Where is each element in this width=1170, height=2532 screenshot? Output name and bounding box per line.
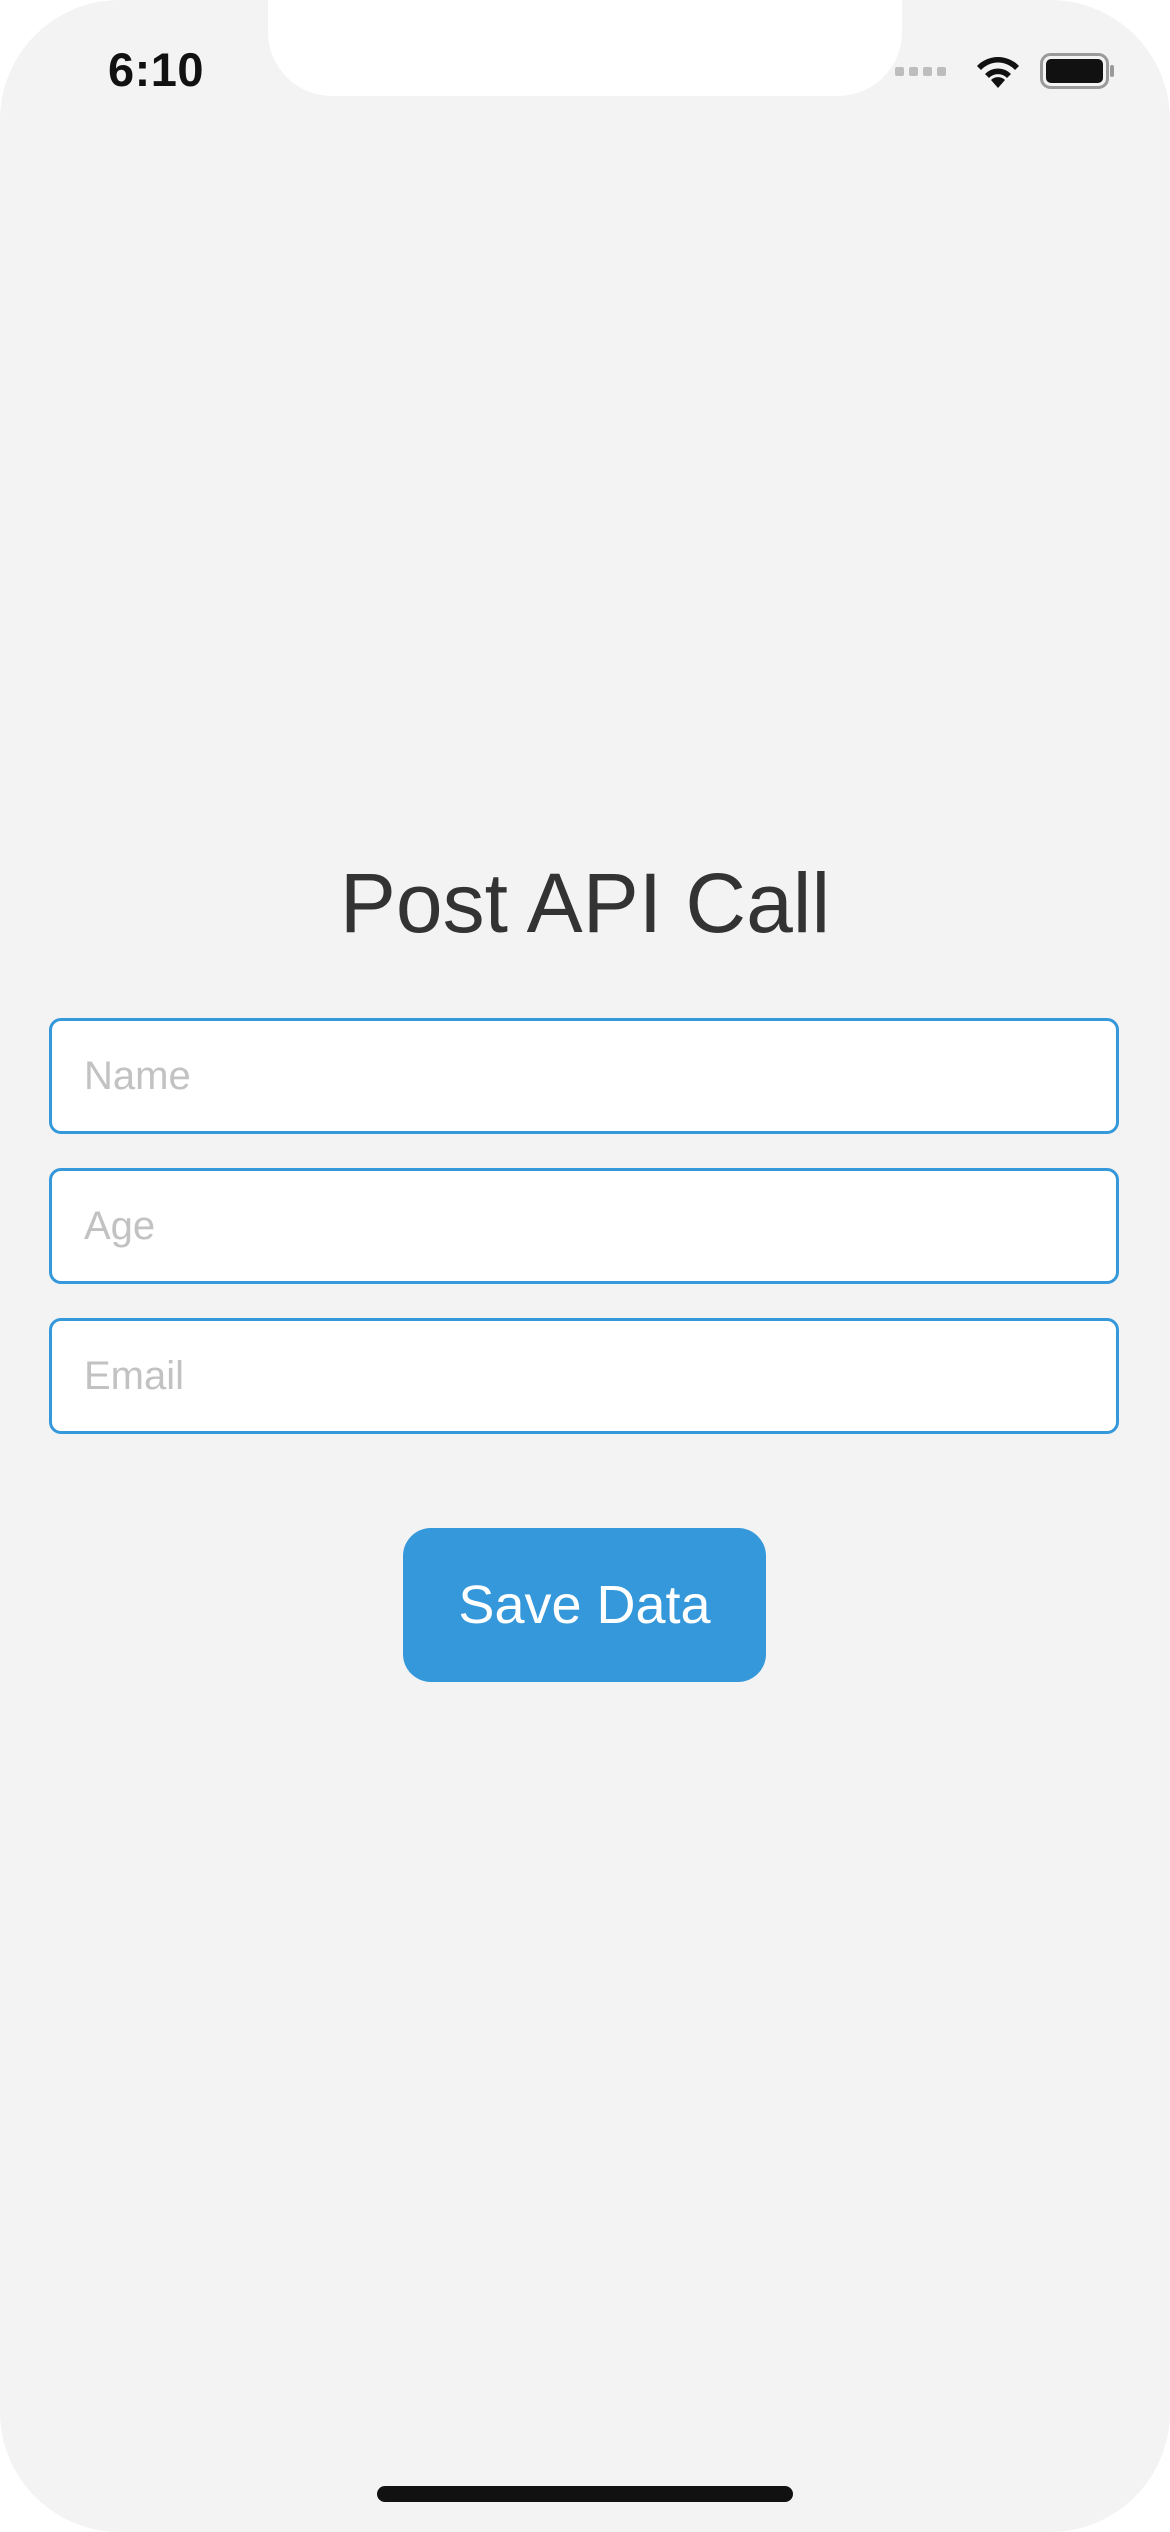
wifi-icon	[972, 52, 1024, 90]
name-input[interactable]	[49, 1018, 1119, 1134]
phone-screen: 6:10 Post API Call Save Data	[0, 0, 1170, 2532]
battery-icon	[1040, 52, 1116, 90]
save-data-button[interactable]: Save Data	[403, 1528, 766, 1682]
cellular-signal-icon	[895, 66, 946, 76]
age-input[interactable]	[49, 1168, 1119, 1284]
email-input[interactable]	[49, 1318, 1119, 1434]
status-icons	[895, 52, 1116, 90]
camera-notch	[268, 0, 902, 96]
home-indicator[interactable]	[377, 2486, 793, 2502]
status-time: 6:10	[108, 43, 205, 96]
page-title: Post API Call	[339, 856, 831, 950]
